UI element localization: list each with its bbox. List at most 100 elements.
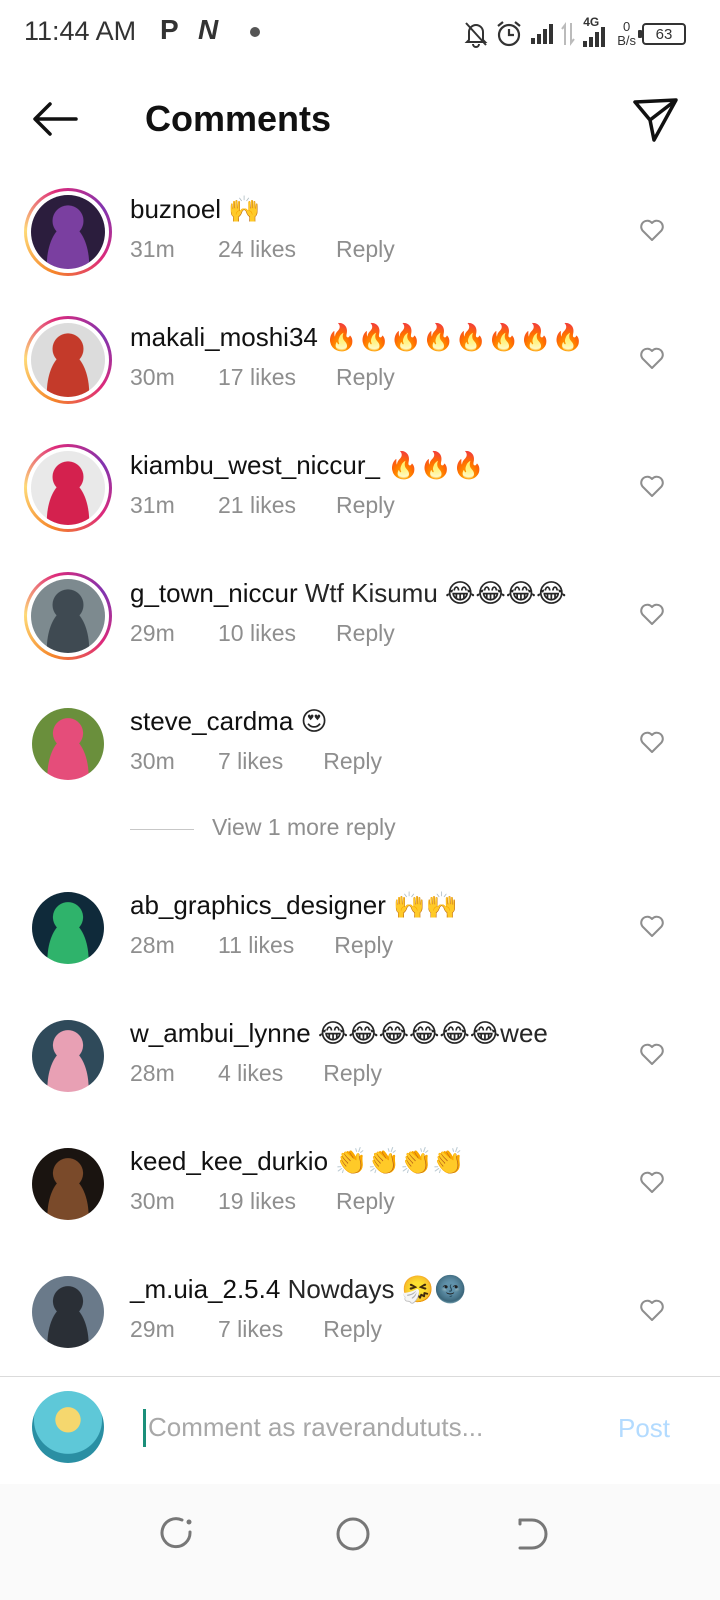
avatar[interactable] xyxy=(24,572,112,660)
comment-row: makali_moshi34 🔥🔥🔥🔥🔥🔥🔥🔥 30m 17 likes Rep… xyxy=(0,296,720,424)
comment-likes[interactable]: 17 likes xyxy=(218,362,296,392)
text-cursor xyxy=(143,1409,146,1447)
comment-meta: 29m 10 likes Reply xyxy=(130,618,620,648)
heart-outline-icon[interactable] xyxy=(638,600,666,628)
comment-text: 😂😂😂😂😂😂wee xyxy=(317,1018,548,1048)
comment-line: steve_cardma 😍 xyxy=(130,704,620,738)
heart-outline-icon[interactable] xyxy=(638,1168,666,1196)
comment-time: 31m xyxy=(130,492,175,518)
comment-meta: 31m 21 likes Reply xyxy=(130,490,620,520)
heart-outline-icon[interactable] xyxy=(638,472,666,500)
comment-line: keed_kee_durkio 👏👏👏👏 xyxy=(130,1144,620,1178)
reply-button[interactable]: Reply xyxy=(334,930,393,960)
avatar[interactable] xyxy=(32,1148,104,1220)
avatar[interactable] xyxy=(32,892,104,964)
comment-text: 🙌🙌 xyxy=(393,890,458,920)
view-more-replies-label[interactable]: View 1 more reply xyxy=(212,814,396,841)
comment-row: w_ambui_lynne 😂😂😂😂😂😂wee 28m 4 likes Repl… xyxy=(0,992,720,1120)
comment-username[interactable]: kiambu_west_niccur_ xyxy=(130,450,380,480)
avatar-image xyxy=(32,1148,104,1220)
avatar-image xyxy=(31,323,105,397)
comment-meta: 31m 24 likes Reply xyxy=(130,234,620,264)
comment-text: 🔥🔥🔥 xyxy=(387,450,485,480)
comment-username[interactable]: g_town_niccur xyxy=(130,578,298,608)
recent-apps-icon[interactable] xyxy=(148,1506,204,1562)
avatar[interactable] xyxy=(24,316,112,404)
comment-time: 31m xyxy=(130,236,175,262)
comment-line: buznoel 🙌 xyxy=(130,192,620,226)
comment-username[interactable]: _m.uia_2.5.4 xyxy=(130,1274,280,1304)
comment-likes[interactable]: 21 likes xyxy=(218,490,296,520)
arrow-left-icon[interactable] xyxy=(30,94,80,144)
comment-username[interactable]: ab_graphics_designer xyxy=(130,890,386,920)
avatar[interactable] xyxy=(24,444,112,532)
comment-body: ab_graphics_designer 🙌🙌 28m 11 likes Rep… xyxy=(130,888,620,960)
heart-outline-icon[interactable] xyxy=(638,344,666,372)
avatar-image xyxy=(31,195,105,269)
reply-button[interactable]: Reply xyxy=(323,1314,382,1344)
post-button[interactable]: Post xyxy=(618,1413,670,1444)
comment-meta: 30m 17 likes Reply xyxy=(130,362,620,392)
comment-text: 😍 xyxy=(300,706,328,736)
comment-line: w_ambui_lynne 😂😂😂😂😂😂wee xyxy=(130,1016,620,1050)
comment-time: 30m xyxy=(130,364,175,390)
nav-back-icon[interactable] xyxy=(502,1506,558,1562)
comment-meta: 28m 4 likes Reply xyxy=(130,1058,620,1088)
comment-likes[interactable]: 19 likes xyxy=(218,1186,296,1216)
parking-app-icon: P xyxy=(160,14,179,45)
reply-button[interactable]: Reply xyxy=(336,362,395,392)
comments-list: buznoel 🙌 31m 24 likes Reply makali_mosh… xyxy=(0,168,720,1376)
comment-body: w_ambui_lynne 😂😂😂😂😂😂wee 28m 4 likes Repl… xyxy=(130,1016,620,1088)
comment-line: kiambu_west_niccur_ 🔥🔥🔥 xyxy=(130,448,620,482)
comment-likes[interactable]: 7 likes xyxy=(218,746,283,776)
reply-button[interactable]: Reply xyxy=(336,234,395,264)
avatar[interactable] xyxy=(32,1020,104,1092)
paper-plane-icon[interactable] xyxy=(630,94,680,144)
comment-row: ab_graphics_designer 🙌🙌 28m 11 likes Rep… xyxy=(0,864,720,992)
reply-button[interactable]: Reply xyxy=(323,1058,382,1088)
comment-composer: Post xyxy=(0,1376,720,1484)
status-icons: 4G 0 B/s 63 xyxy=(463,14,686,54)
comment-meta: 30m 7 likes Reply xyxy=(130,746,620,776)
comment-body: g_town_niccur Wtf Kisumu 😂😂😂😂 29m 10 lik… xyxy=(130,576,620,648)
heart-outline-icon[interactable] xyxy=(638,216,666,244)
comment-likes[interactable]: 7 likes xyxy=(218,1314,283,1344)
comment-input[interactable] xyxy=(148,1405,588,1449)
heart-outline-icon[interactable] xyxy=(638,1296,666,1324)
home-circle-icon[interactable] xyxy=(325,1506,381,1562)
comment-username[interactable]: makali_moshi34 xyxy=(130,322,318,352)
comment-text: Nowdays 🤧🌚 xyxy=(287,1274,467,1304)
avatar[interactable] xyxy=(32,708,104,780)
comment-body: makali_moshi34 🔥🔥🔥🔥🔥🔥🔥🔥 30m 17 likes Rep… xyxy=(130,320,620,392)
comment-row: _m.uia_2.5.4 Nowdays 🤧🌚 29m 7 likes Repl… xyxy=(0,1248,720,1376)
reply-button[interactable]: Reply xyxy=(323,746,382,776)
reply-button[interactable]: Reply xyxy=(336,1186,395,1216)
comment-meta: 29m 7 likes Reply xyxy=(130,1314,620,1344)
view-more-replies[interactable]: View 1 more reply xyxy=(0,808,720,864)
comment-likes[interactable]: 4 likes xyxy=(218,1058,283,1088)
heart-outline-icon[interactable] xyxy=(638,1040,666,1068)
net-speed-value: 0 xyxy=(622,19,631,34)
comment-likes[interactable]: 11 likes xyxy=(218,930,294,960)
comment-likes[interactable]: 24 likes xyxy=(218,234,296,264)
reply-button[interactable]: Reply xyxy=(336,490,395,520)
comment-username[interactable]: steve_cardma xyxy=(130,706,293,736)
comment-text: 🙌 xyxy=(228,194,261,224)
heart-outline-icon[interactable] xyxy=(638,912,666,940)
comment-line: _m.uia_2.5.4 Nowdays 🤧🌚 xyxy=(130,1272,620,1306)
comment-username[interactable]: keed_kee_durkio xyxy=(130,1146,328,1176)
comment-username[interactable]: buznoel xyxy=(130,194,221,224)
comment-likes[interactable]: 10 likes xyxy=(218,618,296,648)
page-title: Comments xyxy=(145,98,332,139)
avatar-image xyxy=(32,708,104,780)
comment-line: ab_graphics_designer 🙌🙌 xyxy=(130,888,620,922)
comment-body: buznoel 🙌 31m 24 likes Reply xyxy=(130,192,620,264)
comment-row: kiambu_west_niccur_ 🔥🔥🔥 31m 21 likes Rep… xyxy=(0,424,720,552)
reply-button[interactable]: Reply xyxy=(336,618,395,648)
avatar[interactable] xyxy=(32,1276,104,1348)
avatar[interactable] xyxy=(24,188,112,276)
battery-level: 63 xyxy=(655,25,673,43)
divider-line xyxy=(130,829,194,830)
heart-outline-icon[interactable] xyxy=(638,728,666,756)
comment-username[interactable]: w_ambui_lynne xyxy=(130,1018,311,1048)
